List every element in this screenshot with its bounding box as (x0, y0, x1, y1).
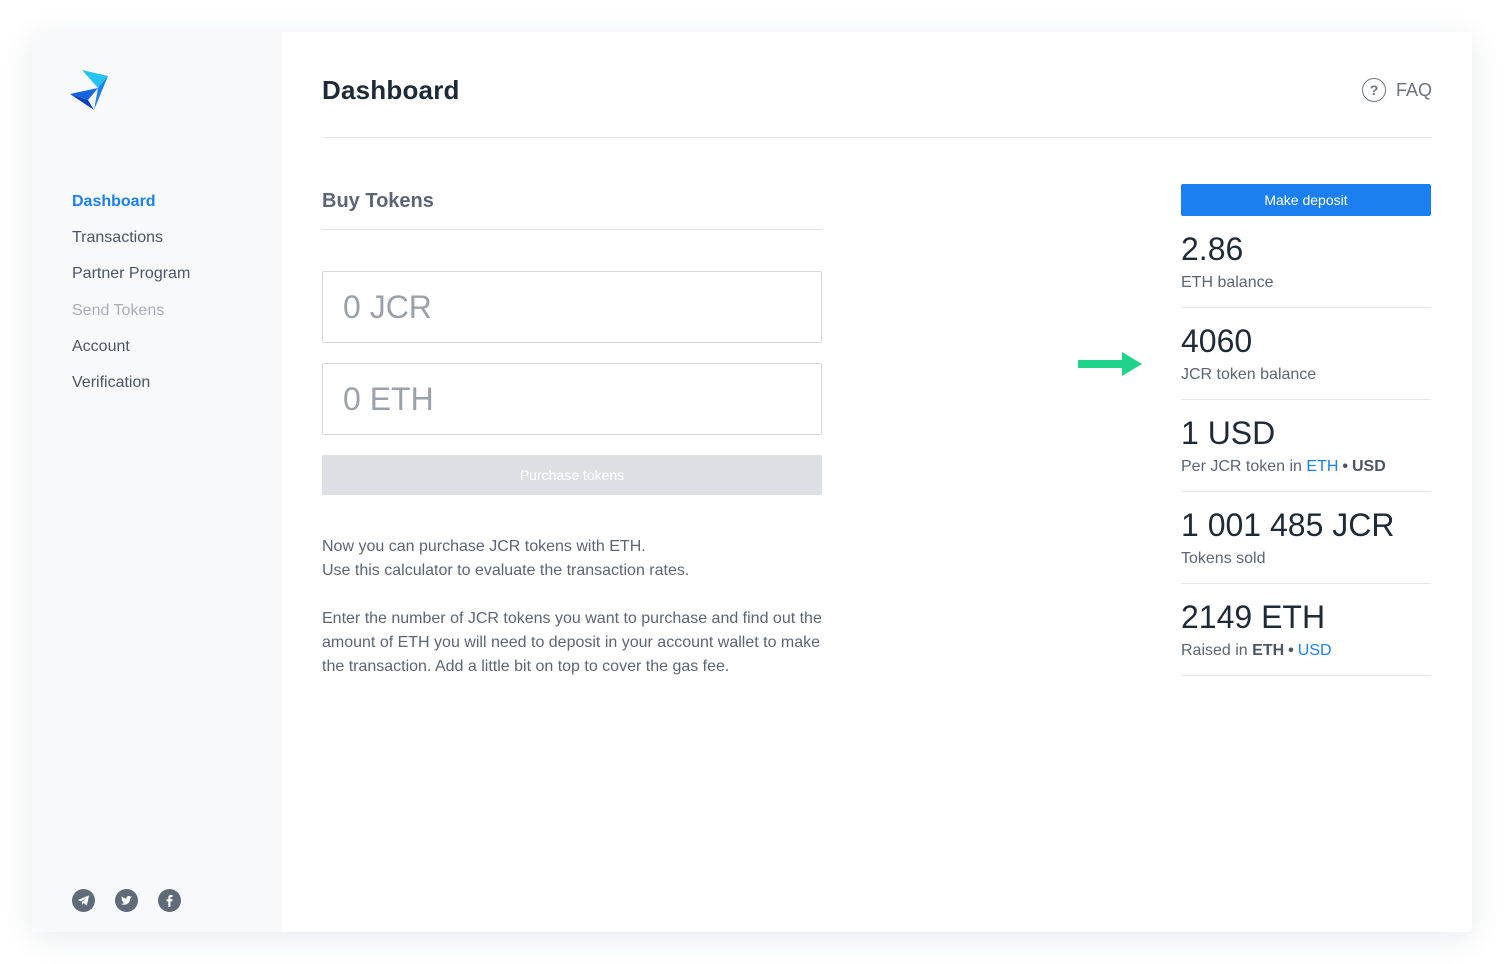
twitter-icon[interactable] (115, 889, 138, 912)
social-links (72, 889, 181, 912)
eth-balance-stat: 2.86 ETH balance (1181, 216, 1431, 308)
tokens-sold-value: 1 001 485 JCR (1181, 507, 1395, 543)
raised-value: 2149 ETH (1181, 599, 1326, 635)
sidebar-item-transactions[interactable]: Transactions (72, 228, 190, 264)
raised-label: Raised in ETH • USD (1181, 642, 1431, 660)
token-price-label-prefix: Per JCR token in (1181, 458, 1302, 475)
sidebar-item-partner-program[interactable]: Partner Program (72, 264, 190, 300)
app-window: Dashboard Transactions Partner Program S… (32, 32, 1472, 932)
header-divider (322, 137, 1432, 138)
price-currency-usd[interactable]: USD (1352, 458, 1386, 475)
jcr-balance-value: 4060 (1181, 323, 1253, 359)
raised-stat: 2149 ETH Raised in ETH • USD (1181, 584, 1431, 676)
page-title: Dashboard (322, 75, 460, 105)
raised-currency-eth[interactable]: ETH (1252, 642, 1284, 659)
desc-line-2: Use this calculator to evaluate the tran… (322, 562, 690, 579)
raised-currency-separator: • (1288, 642, 1294, 659)
telegram-icon[interactable] (72, 889, 95, 912)
tokens-sold-label: Tokens sold (1181, 550, 1266, 567)
buy-tokens-title: Buy Tokens (322, 190, 434, 212)
sidebar-nav: Dashboard Transactions Partner Program S… (72, 192, 190, 409)
token-price-stat: 1 USD Per JCR token in ETH • USD (1181, 400, 1431, 492)
desc-line-1: Now you can purchase JCR tokens with ETH… (322, 538, 646, 555)
eth-balance-label: ETH balance (1181, 274, 1274, 291)
make-deposit-button[interactable]: Make deposit (1181, 184, 1431, 216)
eth-amount-input[interactable] (322, 363, 822, 435)
facebook-icon[interactable] (158, 889, 181, 912)
price-currency-eth[interactable]: ETH (1306, 458, 1338, 475)
jcr-amount-input[interactable] (322, 271, 822, 343)
main-content: Dashboard ? FAQ Buy Tokens Purchase toke… (282, 32, 1472, 932)
sidebar: Dashboard Transactions Partner Program S… (32, 32, 282, 932)
help-circle-icon: ? (1361, 78, 1386, 102)
jcr-balance-label: JCR token balance (1181, 366, 1317, 383)
faq-link[interactable]: ? FAQ (1361, 78, 1432, 102)
tokens-sold-stat: 1 001 485 JCR Tokens sold (1181, 492, 1431, 584)
sidebar-item-send-tokens[interactable]: Send Tokens (72, 301, 190, 337)
token-price-label: Per JCR token in ETH • USD (1181, 458, 1431, 476)
purchase-tokens-button[interactable]: Purchase tokens (322, 455, 822, 495)
desc-paragraph-2: Enter the number of JCR tokens you want … (322, 610, 822, 675)
faq-label: FAQ (1395, 79, 1432, 100)
raised-label-prefix: Raised in (1181, 642, 1248, 659)
token-price-value: 1 USD (1181, 415, 1276, 451)
eth-balance-value: 2.86 (1181, 231, 1244, 267)
logo-icon[interactable] (70, 70, 108, 110)
sidebar-item-dashboard[interactable]: Dashboard (72, 192, 190, 228)
arrow-right-icon (1078, 352, 1142, 376)
sidebar-item-account[interactable]: Account (72, 337, 190, 373)
buy-tokens-divider (322, 229, 822, 230)
raised-currency-usd[interactable]: USD (1298, 642, 1332, 659)
buy-description: Now you can purchase JCR tokens with ETH… (322, 535, 832, 679)
price-currency-separator: • (1342, 458, 1348, 475)
sidebar-item-verification[interactable]: Verification (72, 373, 190, 409)
stats-panel: Make deposit 2.86 ETH balance 4060 JCR t… (1181, 184, 1431, 676)
jcr-balance-stat: 4060 JCR token balance (1181, 308, 1431, 400)
